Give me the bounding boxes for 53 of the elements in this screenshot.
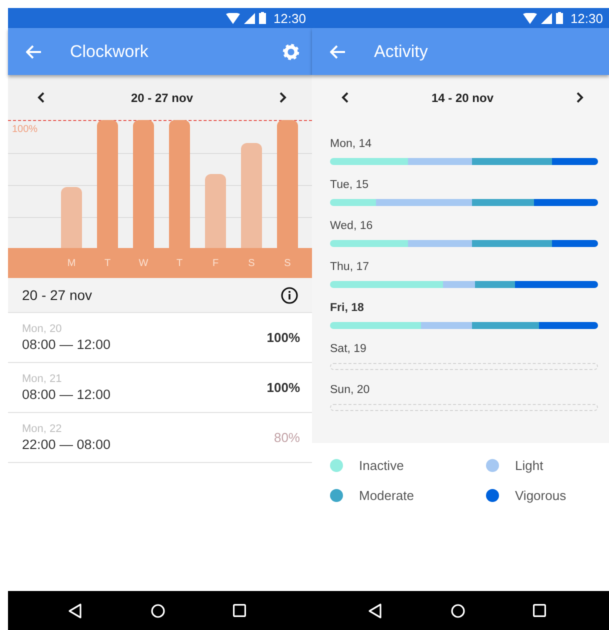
home-button[interactable]	[450, 604, 464, 618]
battery-icon	[259, 12, 266, 24]
previous-week-button[interactable]	[36, 92, 46, 104]
entry-date: Mon, 22	[22, 423, 63, 435]
wifi-icon	[523, 12, 538, 24]
day-label: Thu, 17	[330, 261, 370, 275]
legend-label: Inactive	[359, 458, 404, 473]
day-label: Sat, 19	[330, 343, 368, 357]
day-label: M	[66, 258, 77, 268]
day-label: T	[175, 258, 184, 268]
legend-label: Light	[515, 458, 544, 473]
day-label: Tue, 15	[330, 179, 370, 193]
day-label: T	[103, 258, 112, 268]
signal-icon	[244, 12, 256, 24]
week-label: 20 - 27 nov	[130, 90, 194, 104]
day-label: S	[283, 258, 292, 268]
signal-icon	[541, 12, 552, 24]
recents-button[interactable]	[233, 604, 246, 617]
day-label: Wed, 16	[330, 220, 374, 234]
entry-percent: 100%	[266, 380, 300, 395]
day-label: Fri, 18	[330, 302, 365, 316]
day-label: Mon, 14	[330, 138, 373, 152]
entry-date: Mon, 21	[22, 373, 63, 385]
app-title: Activity	[374, 42, 429, 62]
next-week-button[interactable]	[278, 92, 288, 104]
legend-label: Moderate	[359, 488, 414, 503]
entry-time: 08:00 — 12:00	[22, 337, 111, 352]
back-button[interactable]	[68, 602, 82, 618]
battery-icon	[556, 12, 564, 24]
summary-title: 20 - 27 nov	[22, 287, 92, 303]
entry-time: 08:00 — 12:00	[22, 387, 111, 402]
next-week-button[interactable]	[575, 92, 585, 104]
settings-button[interactable]	[282, 42, 300, 60]
entry-percent: 80%	[274, 430, 300, 445]
entry-percent: 100%	[266, 330, 300, 345]
week-label: 14 - 20 nov	[431, 90, 494, 104]
app-title: Clockwork	[70, 42, 150, 62]
legend-label: Vigorous	[515, 488, 566, 503]
previous-week-button[interactable]	[340, 92, 350, 104]
entry-date: Mon, 20	[22, 323, 63, 335]
home-button[interactable]	[150, 604, 164, 618]
status-time: 12:30	[273, 10, 306, 26]
status-time: 12:30	[570, 10, 603, 26]
recents-button[interactable]	[533, 604, 546, 617]
day-label: Sun, 20	[330, 384, 371, 398]
info-button[interactable]	[281, 286, 298, 304]
wifi-icon	[226, 12, 240, 24]
entry-time: 22:00 — 08:00	[22, 437, 111, 452]
day-label: W	[138, 258, 150, 268]
day-label: F	[211, 258, 220, 268]
target-label: 100%	[12, 124, 38, 135]
back-button[interactable]	[368, 602, 382, 618]
day-label: S	[247, 258, 256, 268]
